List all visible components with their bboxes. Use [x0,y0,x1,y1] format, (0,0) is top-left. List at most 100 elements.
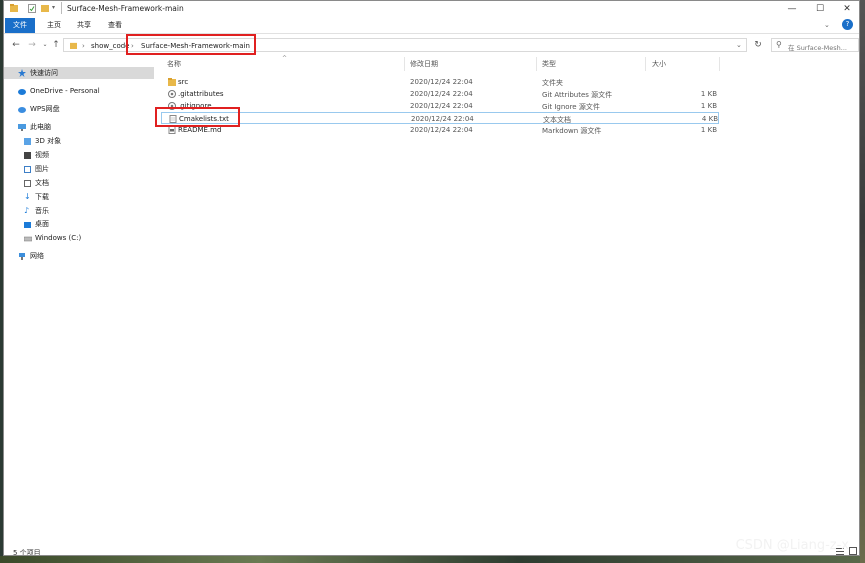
column-divider [645,57,646,71]
nav-label: 网络 [30,252,44,260]
title-divider [61,2,62,14]
ribbon-expand-icon[interactable]: ⌄ [824,21,830,29]
nav-label: Windows (C:) [35,234,82,242]
nav-item-windows-c[interactable]: Windows (C:) [4,232,154,244]
nav-label: 桌面 [35,220,49,228]
download-icon: ↓ [24,192,31,201]
tab-view[interactable]: 查看 [101,18,129,33]
file-type: Markdown 源文件 [542,127,602,135]
refresh-button[interactable]: ↻ [752,39,764,51]
nav-item-onedrive[interactable]: OneDrive - Personal [4,85,154,97]
folder-icon [70,42,77,49]
file-name: src [178,78,189,86]
drive-icon [23,234,33,242]
nav-label: 3D 对象 [35,137,62,145]
tab-file[interactable]: 文件 [5,18,35,33]
explorer-window: ▾ Surface-Mesh-Framework-main — ☐ ✕ 文件 主… [3,0,860,556]
nav-item-videos[interactable]: 视频 [4,149,154,161]
column-divider [404,57,405,71]
column-header-size[interactable]: 大小 [652,59,666,69]
nav-item-network[interactable]: 网络 [4,250,154,262]
forward-button[interactable]: → [26,39,38,51]
nav-item-desktop[interactable]: 桌面 [4,218,154,230]
nav-label: 文档 [35,179,49,187]
nav-item-downloads[interactable]: ↓ 下载 [4,191,154,203]
large-icons-view-icon[interactable] [849,547,858,555]
table-row[interactable]: .gitignore 2020/12/24 22:04 Git Ignore 源… [161,100,719,112]
column-header-name[interactable]: 名称 [167,59,181,69]
desktop-background-right [860,0,865,563]
title-bar: ▾ Surface-Mesh-Framework-main — ☐ ✕ [4,1,859,18]
table-row-selected[interactable]: Cmakelists.txt 2020/12/24 22:04 文本文档 4 K… [161,112,719,124]
file-type: 文件夹 [542,79,563,87]
wps-cloud-icon [17,105,26,113]
nav-item-quick-access[interactable]: 快速访问 [4,67,154,79]
video-icon [24,151,32,159]
close-button[interactable]: ✕ [834,1,859,18]
document-icon [24,179,32,187]
search-input[interactable]: ⚲ 在 Surface-Mesh... [771,38,859,52]
file-size: 1 KB [700,90,717,98]
minimize-button[interactable]: — [779,1,805,18]
nav-label: 图片 [35,165,49,173]
nav-label: 音乐 [35,207,49,215]
nav-item-pictures[interactable]: 图片 [4,163,154,175]
star-icon [18,69,26,77]
column-header-date[interactable]: 修改日期 [410,59,438,69]
file-name: README.md [178,126,222,134]
column-divider [536,57,537,71]
file-type: Git Ignore 源文件 [542,103,600,111]
nav-item-documents[interactable]: 文档 [4,177,154,189]
properties-icon[interactable] [28,4,36,13]
maximize-button[interactable]: ☐ [807,1,833,18]
network-icon [18,252,26,260]
status-bar: 5 个项目 [4,545,859,556]
file-date: 2020/12/24 22:04 [410,78,473,86]
file-type: Git Attributes 源文件 [542,91,613,99]
table-row[interactable]: README.md 2020/12/24 22:04 Markdown 源文件 … [161,124,719,136]
file-name: .gitattributes [178,90,224,98]
address-dropdown-icon[interactable]: ⌄ [736,41,742,49]
table-row[interactable]: .gitattributes 2020/12/24 22:04 Git Attr… [161,88,719,100]
music-icon: ♪ [24,206,30,215]
file-size: 1 KB [700,102,717,110]
nav-label: WPS网盘 [30,105,60,113]
table-row[interactable]: src 2020/12/24 22:04 文件夹 [161,76,719,88]
cloud-icon [17,87,26,95]
folder-icon [10,4,18,12]
column-header-type[interactable]: 类型 [542,59,556,69]
markdown-file-icon [168,126,176,134]
nav-item-this-pc[interactable]: 此电脑 [4,121,154,133]
nav-item-3d-objects[interactable]: 3D 对象 [4,135,154,147]
file-list: ^ 名称 修改日期 类型 大小 src 2020/12/24 22:04 文件夹… [156,55,859,543]
breadcrumb-show-code[interactable]: show_code [91,42,129,50]
search-icon: ⚲ [776,40,782,49]
help-icon[interactable]: ? [842,19,853,30]
back-button[interactable]: ← [10,39,22,51]
computer-icon [18,123,26,131]
search-placeholder: 在 Surface-Mesh... [788,44,847,52]
nav-item-wps-cloud[interactable]: WPS网盘 [4,103,154,115]
item-count: 5 个项目 [13,549,41,556]
qat-dropdown-icon[interactable]: ▾ [52,4,55,11]
file-date: 2020/12/24 22:04 [411,115,474,123]
picture-icon [24,165,32,173]
file-date: 2020/12/24 22:04 [410,90,473,98]
folder-icon [168,78,176,86]
tab-share[interactable]: 共享 [70,18,98,33]
highlight-box-address [126,34,256,55]
watermark-text: CSDN @Liang-z-x [735,538,849,553]
highlight-box-file [155,107,240,127]
file-date: 2020/12/24 22:04 [410,102,473,110]
tab-home[interactable]: 主页 [40,18,68,33]
nav-item-music[interactable]: ♪ 音乐 [4,205,154,217]
window-title: Surface-Mesh-Framework-main [67,4,184,13]
file-size: 1 KB [700,126,717,134]
up-button[interactable]: ↑ [50,39,62,51]
nav-label: 此电脑 [30,123,51,131]
new-folder-icon[interactable] [41,4,49,13]
nav-label: 快速访问 [30,69,58,77]
desktop-icon [24,220,32,228]
column-divider [719,57,720,71]
git-file-icon [168,90,176,98]
